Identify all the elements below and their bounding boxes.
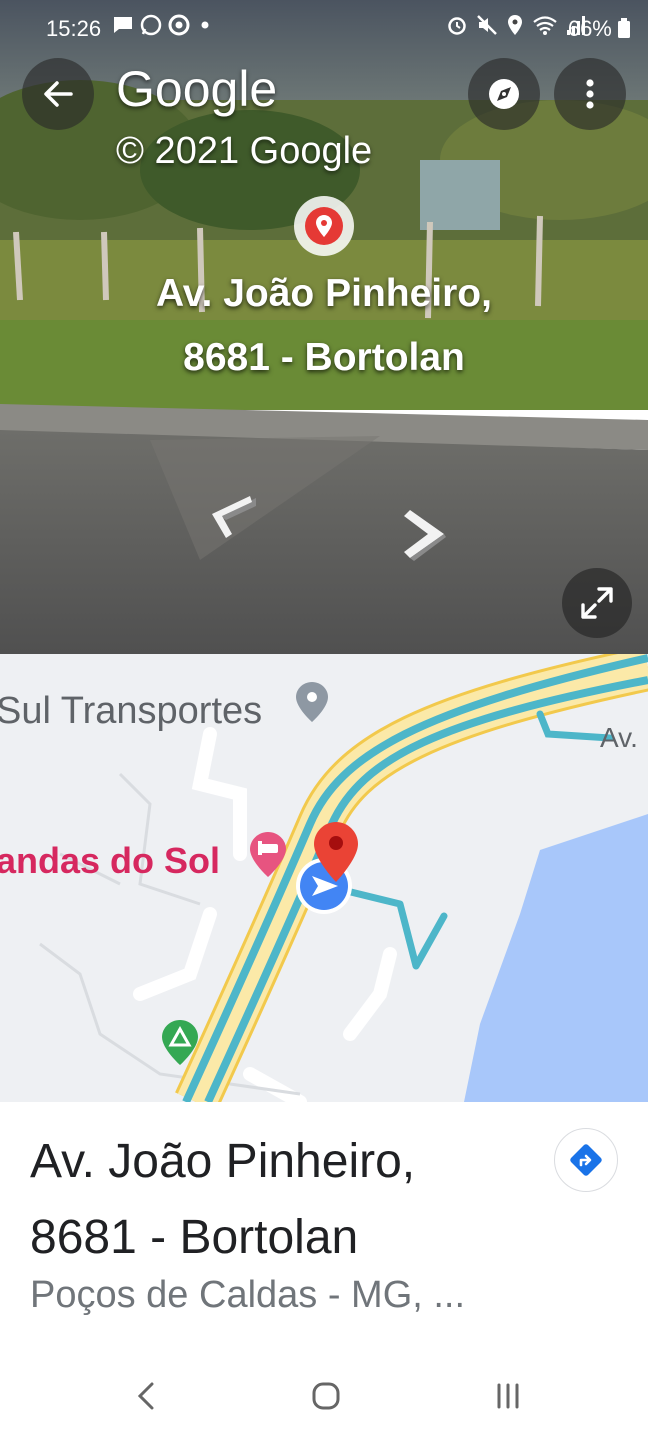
chevron-left-icon[interactable] bbox=[206, 494, 262, 544]
chrome-icon bbox=[168, 14, 190, 36]
nav-back-button[interactable] bbox=[126, 1376, 166, 1416]
dot-icon bbox=[201, 21, 209, 29]
compass-button[interactable] bbox=[468, 58, 540, 130]
status-bar: 15:26 66% bbox=[0, 0, 648, 56]
place-title-line-2: 8681 - Bortolan bbox=[30, 1211, 359, 1264]
place-title: Av. João Pinheiro, 8681 - Bortolan bbox=[30, 1124, 415, 1276]
transport-poi-icon[interactable] bbox=[296, 682, 328, 722]
expand-icon bbox=[581, 587, 613, 619]
whatsapp-icon bbox=[140, 14, 162, 36]
home-icon bbox=[312, 1382, 340, 1410]
place-info-panel[interactable]: Av. João Pinheiro, 8681 - Bortolan Poços… bbox=[0, 1102, 648, 1352]
map-label-transport[interactable]: Sul Transportes bbox=[0, 690, 262, 733]
more-vert-icon bbox=[586, 79, 594, 109]
wifi-icon bbox=[533, 16, 557, 35]
map-label-road: Av. bbox=[600, 722, 638, 753]
alarm-icon bbox=[448, 17, 466, 35]
street-view-panorama[interactable]: 15:26 66% Google © 2021 Google Av. João … bbox=[0, 0, 648, 654]
place-title-line-1: Av. João Pinheiro, bbox=[30, 1135, 416, 1188]
message-icon bbox=[114, 17, 132, 33]
directions-icon bbox=[570, 1144, 602, 1176]
chevron-right-icon[interactable] bbox=[400, 506, 450, 562]
more-options-button[interactable] bbox=[554, 58, 626, 130]
address-line-1: Av. João Pinheiro, bbox=[156, 272, 492, 315]
nav-home-button[interactable] bbox=[306, 1376, 346, 1416]
place-subtitle: Poços de Caldas - MG, ... bbox=[30, 1274, 466, 1316]
battery-level: 66% bbox=[567, 16, 612, 41]
nav-recent-apps-button[interactable] bbox=[488, 1376, 528, 1416]
recent-apps-icon bbox=[497, 1383, 519, 1409]
location-icon bbox=[508, 15, 522, 35]
street-view-address: Av. João Pinheiro, 8681 - Bortolan bbox=[0, 262, 648, 390]
back-button[interactable] bbox=[22, 58, 94, 130]
battery-icon bbox=[618, 18, 630, 38]
address-line-2: 8681 - Bortolan bbox=[183, 336, 465, 379]
directions-button[interactable] bbox=[554, 1128, 618, 1192]
back-icon bbox=[137, 1382, 154, 1410]
battery-indicator: 66% bbox=[568, 16, 630, 42]
map-label-hotel[interactable]: andas do Sol bbox=[0, 840, 220, 882]
back-arrow-icon bbox=[44, 81, 73, 107]
water-body bbox=[464, 814, 648, 1102]
expand-button[interactable] bbox=[562, 568, 632, 638]
place-marker bbox=[294, 196, 354, 256]
status-time: 15:26 bbox=[46, 16, 102, 41]
mute-icon bbox=[477, 15, 497, 35]
copyright-text: © 2021 Google bbox=[116, 130, 373, 172]
place-pin-icon bbox=[305, 207, 343, 245]
map-view[interactable]: Sul Transportes andas do Sol Av. bbox=[0, 654, 648, 1102]
brand-title: Google bbox=[116, 61, 278, 117]
system-nav-bar bbox=[0, 1352, 648, 1440]
compass-icon bbox=[489, 79, 519, 109]
